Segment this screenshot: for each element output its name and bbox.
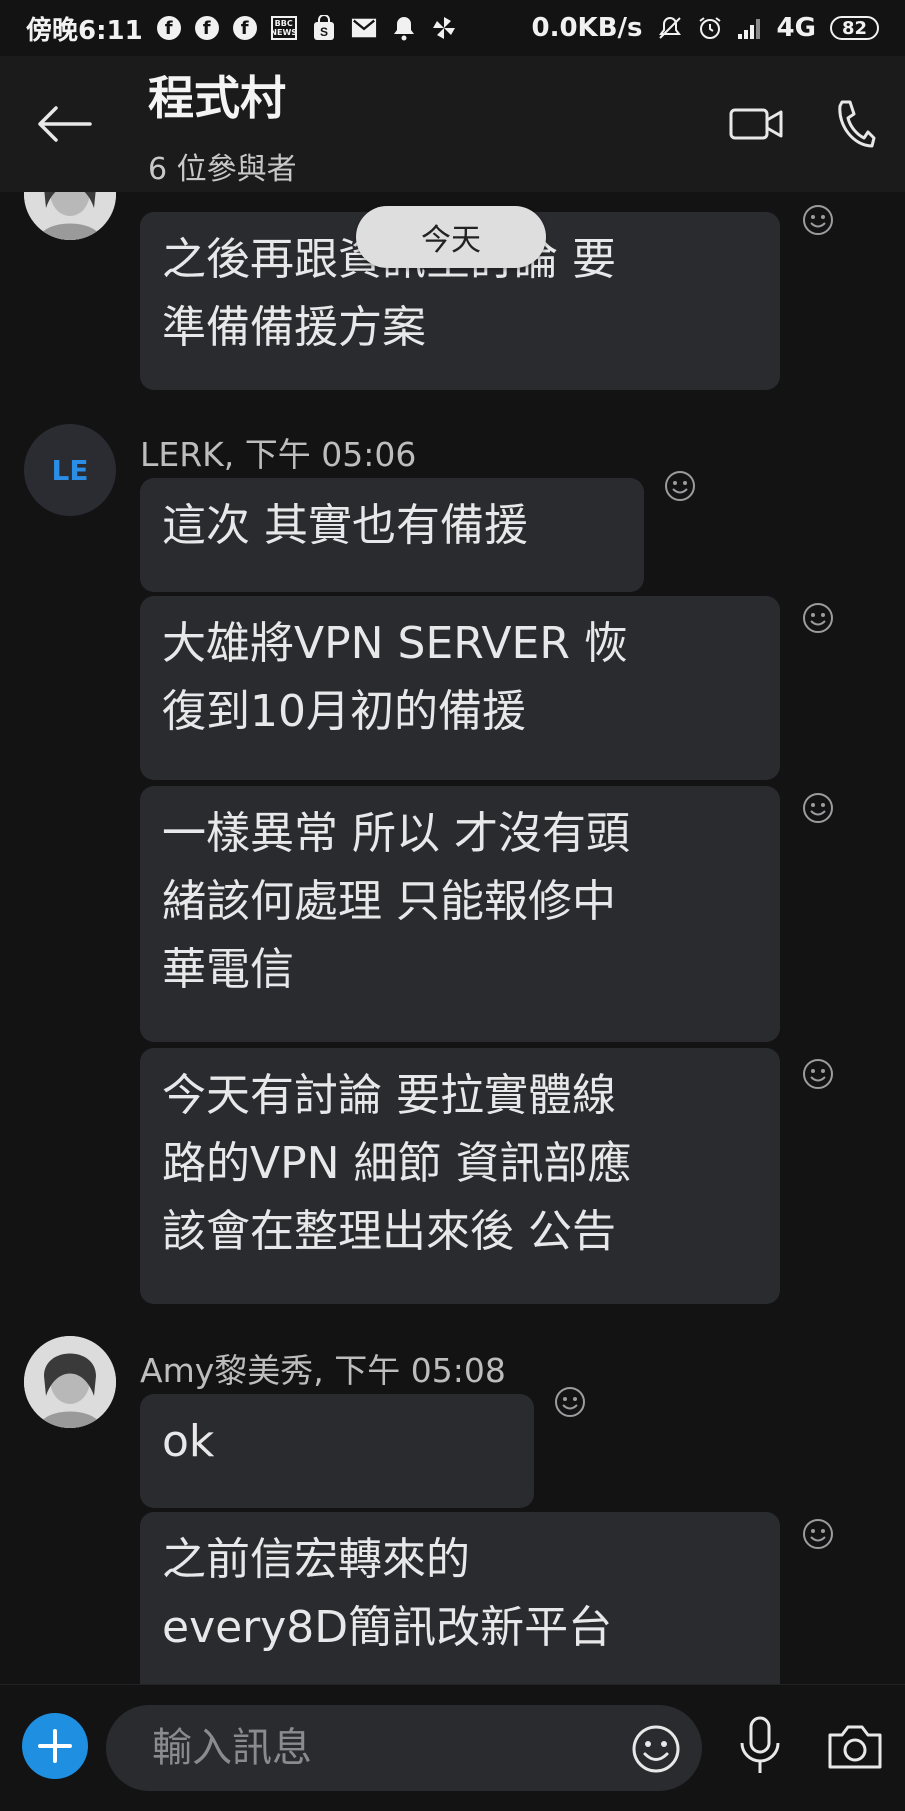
smiley-reaction-icon[interactable] xyxy=(802,602,834,634)
status-bar: 傍晚6:11 f f f BBC NEWS S 0.0KB/s 4G 82 xyxy=(0,0,905,56)
message-bubble[interactable]: 這次 其實也有備援 xyxy=(140,478,644,592)
shopee-icon: S xyxy=(311,15,337,41)
facebook-icon: f xyxy=(232,16,257,40)
microphone-icon[interactable] xyxy=(736,1715,784,1777)
message-bubble[interactable]: 之前信宏轉來的 every8D簡訊改新平台 xyxy=(140,1512,780,1684)
status-time: 傍晚6:11 xyxy=(26,15,143,46)
smiley-reaction-icon[interactable] xyxy=(554,1386,586,1418)
mute-icon xyxy=(657,15,683,41)
add-attachment-button[interactable] xyxy=(22,1713,88,1779)
smiley-reaction-icon[interactable] xyxy=(802,792,834,824)
back-arrow-icon[interactable] xyxy=(36,104,92,144)
network-type: 4G xyxy=(776,13,816,43)
plus-icon xyxy=(38,1729,72,1763)
message-input[interactable]: 輸入訊息 xyxy=(106,1705,702,1791)
date-separator: 今天 xyxy=(356,206,546,268)
bell-icon xyxy=(391,15,417,41)
avatar[interactable]: LE xyxy=(24,424,116,516)
message-composer: 輸入訊息 xyxy=(0,1684,905,1811)
avatar[interactable] xyxy=(24,1336,116,1428)
participant-count[interactable]: 6 位參與者 xyxy=(148,144,297,188)
facebook-icon: f xyxy=(194,16,219,40)
smiley-reaction-icon[interactable] xyxy=(802,1518,834,1550)
message-list[interactable]: 之後再跟資訊室討論 要 準備備援方案 今天 LE LERK, 下午 05:06 … xyxy=(0,192,905,1684)
smiley-reaction-icon[interactable] xyxy=(802,1058,834,1090)
status-right: 0.0KB/s 4G 82 xyxy=(531,13,879,43)
pinwheel-icon xyxy=(431,15,457,41)
message-bubble[interactable]: 今天有討論 要拉實體線 路的VPN 細節 資訊部應 該會在整理出來後 公告 xyxy=(140,1048,780,1304)
chat-header: 程式村 6 位參與者 xyxy=(0,56,905,192)
phone-call-icon[interactable] xyxy=(834,98,876,150)
svg-text:S: S xyxy=(320,25,328,39)
signal-icon xyxy=(737,15,763,41)
gmail-icon xyxy=(351,15,377,41)
status-left: 傍晚6:11 f f f BBC NEWS S xyxy=(26,10,457,47)
bbc-news-icon: BBC NEWS xyxy=(270,16,297,40)
smiley-reaction-icon[interactable] xyxy=(802,204,834,236)
network-speed: 0.0KB/s xyxy=(531,13,643,43)
message-bubble[interactable]: ok xyxy=(140,1394,534,1508)
message-bubble[interactable]: 一樣異常 所以 才沒有頭 緒該何處理 只能報修中 華電信 xyxy=(140,786,780,1042)
avatar[interactable] xyxy=(24,192,116,240)
sender-name: LERK, 下午 05:06 xyxy=(140,435,417,474)
battery-indicator: 82 xyxy=(829,16,879,40)
smiley-reaction-icon[interactable] xyxy=(664,470,696,502)
emoji-icon[interactable] xyxy=(630,1723,682,1775)
message-bubble[interactable]: 大雄將VPN SERVER 恢 復到10月初的備援 xyxy=(140,596,780,780)
video-call-icon[interactable] xyxy=(728,102,784,146)
conversation-title[interactable]: 程式村 xyxy=(148,62,286,128)
facebook-icon: f xyxy=(156,16,181,40)
camera-icon[interactable] xyxy=(826,1719,884,1773)
alarm-icon xyxy=(697,15,723,41)
sender-name: Amy黎美秀, 下午 05:08 xyxy=(140,1351,506,1390)
